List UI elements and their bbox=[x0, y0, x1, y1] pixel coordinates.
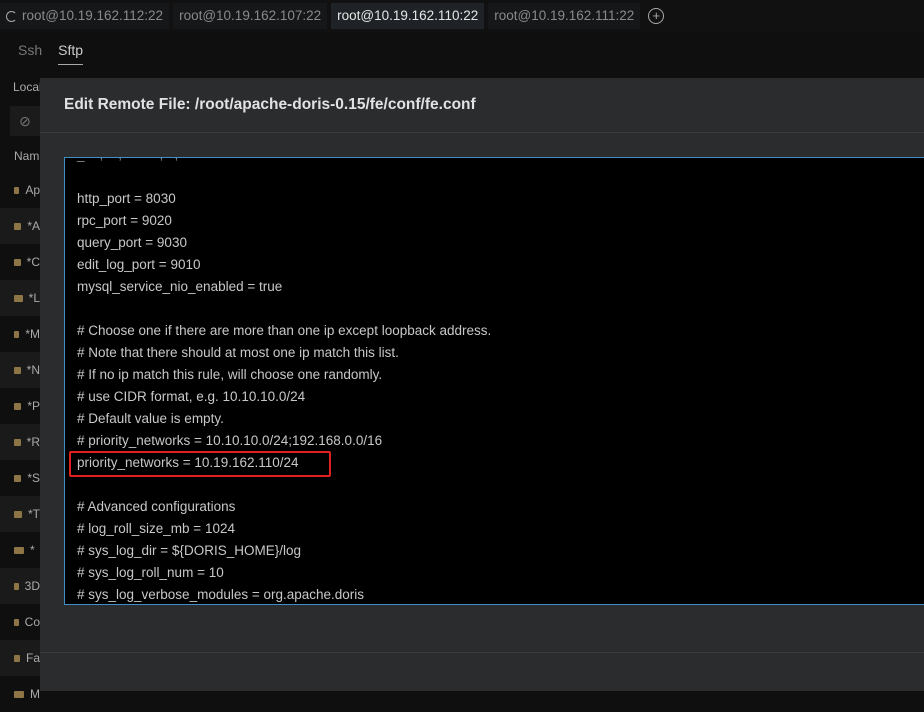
file-name: * bbox=[30, 543, 35, 557]
tab-label: root@10.19.162.111:22 bbox=[494, 8, 635, 23]
divider bbox=[40, 132, 924, 133]
editor-line: # priority_networks = 10.10.10.0/24;192.… bbox=[77, 433, 383, 448]
loading-spinner-icon bbox=[6, 10, 17, 22]
file-name: *T bbox=[28, 507, 40, 521]
tab-label: root@10.19.162.110:22 bbox=[337, 8, 479, 23]
file-list-item[interactable]: *N bbox=[0, 352, 40, 388]
protocol-tabs: Ssh Sftp bbox=[18, 42, 84, 65]
editor-line: # Choose one if there are more than one … bbox=[77, 323, 492, 338]
folder-icon bbox=[14, 474, 22, 482]
dialog-title: Edit Remote File: /root/apache-doris-0.1… bbox=[64, 96, 476, 113]
file-list-item[interactable]: *M bbox=[0, 316, 40, 352]
file-name: *M bbox=[25, 327, 40, 341]
file-list-item[interactable]: *R bbox=[0, 424, 40, 460]
file-name: *C bbox=[26, 255, 40, 269]
file-list-item[interactable]: Fa bbox=[0, 640, 40, 676]
file-name: M bbox=[30, 687, 40, 701]
editor-line: # If no ip match this rule, will choose … bbox=[77, 367, 383, 382]
file-name: *S bbox=[27, 471, 40, 485]
edit-remote-file-dialog: Edit Remote File: /root/apache-doris-0.1… bbox=[40, 78, 924, 691]
file-list-item[interactable]: *L bbox=[0, 280, 40, 316]
file-editor-textarea[interactable]: _ , , , , http_port = 8030 rpc_port = 902… bbox=[64, 157, 924, 605]
editor-line: # log_roll_size_mb = 1024 bbox=[77, 521, 235, 536]
session-tab-active[interactable]: root@10.19.162.110:22 bbox=[331, 3, 485, 29]
folder-icon bbox=[14, 366, 21, 374]
folder-icon bbox=[14, 294, 23, 302]
hide-icon[interactable]: ⊘ bbox=[10, 106, 40, 136]
file-name: *N bbox=[26, 363, 40, 377]
editor-line: priority_networks = 10.19.162.110/24 bbox=[77, 455, 299, 470]
file-list-item[interactable]: *A bbox=[0, 208, 40, 244]
session-tab[interactable]: root@10.19.162.112:22 bbox=[0, 3, 170, 29]
tab-label: root@10.19.162.107:22 bbox=[179, 8, 322, 23]
editor-line: # sys_log_dir = ${DORIS_HOME}/log bbox=[77, 543, 301, 558]
tab-ssh[interactable]: Ssh bbox=[18, 42, 42, 65]
file-name: 3D bbox=[24, 579, 40, 593]
name-column-header[interactable]: Nam bbox=[14, 149, 39, 163]
folder-icon bbox=[14, 618, 19, 626]
folder-icon bbox=[14, 690, 24, 698]
editor-line: # use CIDR format, e.g. 10.10.10.0/24 bbox=[77, 389, 306, 404]
file-name: Fa bbox=[25, 651, 40, 665]
editor-line: mysql_service_nio_enabled = true bbox=[77, 279, 283, 294]
folder-icon bbox=[14, 546, 24, 554]
editor-line: # Advanced configurations bbox=[77, 499, 236, 514]
file-list-item[interactable]: M bbox=[0, 676, 40, 712]
file-list-item[interactable]: Co bbox=[0, 604, 40, 640]
file-name: *L bbox=[28, 291, 40, 305]
editor-line: # Note that there should at most one ip … bbox=[77, 345, 399, 360]
folder-icon bbox=[14, 402, 22, 410]
file-name: *A bbox=[27, 219, 40, 233]
file-name: Co bbox=[24, 615, 40, 629]
file-list-item[interactable]: * bbox=[0, 532, 40, 568]
folder-icon bbox=[14, 510, 22, 518]
folder-icon bbox=[14, 330, 20, 338]
file-list-item[interactable]: *C bbox=[0, 244, 40, 280]
editor-line: # sys_log_verbose_modules = org.apache.d… bbox=[77, 587, 365, 602]
session-tab-bar: root@10.19.162.112:22 root@10.19.162.107… bbox=[0, 0, 924, 32]
local-file-list: Ap *A *C *L *M *N *P *R *S *T * 3D Co Fa M bbox=[0, 172, 40, 712]
file-name: *R bbox=[26, 435, 40, 449]
divider bbox=[40, 652, 924, 653]
file-name: *P bbox=[27, 399, 40, 413]
add-tab-icon[interactable]: + bbox=[648, 8, 665, 24]
file-list-item[interactable]: *T bbox=[0, 496, 40, 532]
editor-line: # sys_log_roll_num = 10 bbox=[77, 565, 224, 580]
editor-line: rpc_port = 9020 bbox=[77, 213, 172, 228]
editor-line-partial: _ , , , , bbox=[77, 158, 205, 166]
session-tab[interactable]: root@10.19.162.111:22 bbox=[488, 3, 641, 29]
file-name: Ap bbox=[25, 183, 40, 197]
folder-icon bbox=[14, 222, 22, 230]
tab-label: root@10.19.162.112:22 bbox=[22, 8, 164, 23]
folder-icon bbox=[14, 654, 20, 662]
local-label: Local bbox=[13, 80, 42, 94]
tab-sftp[interactable]: Sftp bbox=[58, 42, 84, 65]
folder-icon bbox=[14, 582, 19, 590]
file-list-item[interactable]: *S bbox=[0, 460, 40, 496]
file-list-item[interactable]: 3D bbox=[0, 568, 40, 604]
editor-line: query_port = 9030 bbox=[77, 235, 187, 250]
folder-icon bbox=[14, 186, 20, 194]
file-list-item[interactable]: Ap bbox=[0, 172, 40, 208]
editor-line: http_port = 8030 bbox=[77, 191, 176, 206]
file-list-item[interactable]: *P bbox=[0, 388, 40, 424]
session-tab[interactable]: root@10.19.162.107:22 bbox=[173, 3, 328, 29]
editor-line: # Default value is empty. bbox=[77, 411, 224, 426]
folder-icon bbox=[14, 258, 21, 266]
editor-line: edit_log_port = 9010 bbox=[77, 257, 201, 272]
folder-icon bbox=[14, 438, 21, 446]
